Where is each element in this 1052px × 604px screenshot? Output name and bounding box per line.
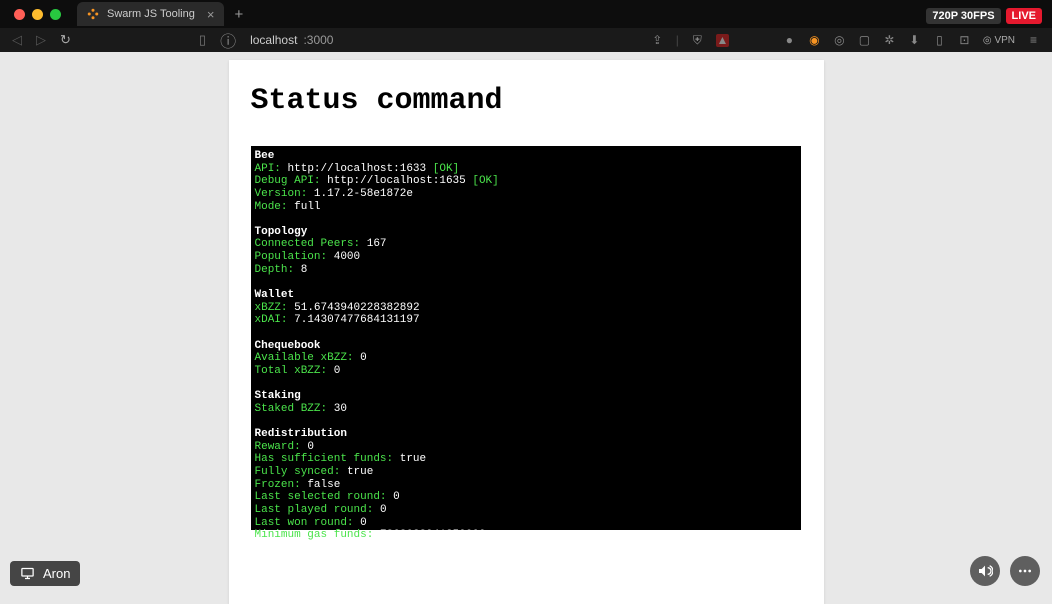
frozen-value: false xyxy=(307,479,340,491)
staked-label: Staked BZZ: xyxy=(255,403,328,415)
shield-icon[interactable]: ⛨ xyxy=(691,34,704,47)
depth-label: Depth: xyxy=(255,264,295,276)
funds-label: Has sufficient funds: xyxy=(255,453,394,465)
screenshot-icon[interactable]: ⊡ xyxy=(958,34,971,47)
debug-api-label: Debug API: xyxy=(255,175,321,187)
version-label: Version: xyxy=(255,188,308,200)
xdai-value: 7.14307477684131197 xyxy=(294,314,419,326)
window-close-icon[interactable] xyxy=(14,9,25,20)
xdai-label: xDAI: xyxy=(255,314,288,326)
lwr-value: 0 xyxy=(360,517,367,529)
more-icon xyxy=(1017,563,1033,579)
section-staking: Staking xyxy=(255,390,797,403)
volume-button[interactable] xyxy=(970,556,1000,586)
url-field[interactable]: localhost :3000 xyxy=(250,33,637,47)
frozen-label: Frozen: xyxy=(255,479,301,491)
xbzz-label: xBZZ: xyxy=(255,302,288,314)
lpr-label: Last played round: xyxy=(255,504,374,516)
debug-api-value: http://localhost:1635 xyxy=(327,175,466,187)
extension-6-icon[interactable]: ▯ xyxy=(933,34,946,47)
avail-xbzz-label: Available xBZZ: xyxy=(255,352,354,364)
mgf-value: 7868088941250000 xyxy=(380,529,486,541)
extension-2-icon[interactable]: ◉ xyxy=(808,34,821,47)
window-controls xyxy=(14,9,61,20)
total-xbzz-label: Total xBZZ: xyxy=(255,365,328,377)
section-bee: Bee xyxy=(255,150,797,163)
population-value: 4000 xyxy=(334,251,360,263)
speaker-icon xyxy=(977,563,993,579)
depth-value: 8 xyxy=(301,264,308,276)
download-icon[interactable]: ⬇ xyxy=(908,34,921,47)
peers-label: Connected Peers: xyxy=(255,238,361,250)
mode-value: full xyxy=(294,201,320,213)
section-wallet: Wallet xyxy=(255,289,797,302)
tab-close-icon[interactable]: × xyxy=(207,7,215,22)
tab-title: Swarm JS Tooling xyxy=(107,8,195,20)
api-value: http://localhost:1633 xyxy=(288,163,427,175)
extension-4-icon[interactable]: ▢ xyxy=(858,34,871,47)
xbzz-value: 51.6743940228382892 xyxy=(294,302,419,314)
player-controls xyxy=(970,556,1040,586)
resolution-badge: 720P 30FPS xyxy=(926,8,1000,24)
total-xbzz-value: 0 xyxy=(334,365,341,377)
tab-bar: Swarm JS Tooling × + xyxy=(0,0,1052,28)
extension-5-icon[interactable]: ✲ xyxy=(883,34,896,47)
mode-label: Mode: xyxy=(255,201,288,213)
lsr-label: Last selected round: xyxy=(255,491,387,503)
browser-tab[interactable]: Swarm JS Tooling × xyxy=(77,2,224,26)
avail-xbzz-value: 0 xyxy=(360,352,367,364)
lsr-value: 0 xyxy=(393,491,400,503)
terminal-output: Bee API: http://localhost:1633 [OK] Debu… xyxy=(251,146,801,530)
api-status: [OK] xyxy=(433,163,459,175)
synced-value: true xyxy=(347,466,373,478)
url-host: localhost xyxy=(250,33,297,47)
section-redistribution: Redistribution xyxy=(255,428,797,441)
lwr-label: Last won round: xyxy=(255,517,354,529)
new-tab-button[interactable]: + xyxy=(234,6,243,23)
reload-icon[interactable]: ↻ xyxy=(60,32,71,48)
content-viewport: Status command Bee API: http://localhost… xyxy=(0,52,1052,604)
nav-back-icon[interactable]: ◁ xyxy=(12,32,22,48)
page-card: Status command Bee API: http://localhost… xyxy=(229,60,824,604)
synced-label: Fully synced: xyxy=(255,466,341,478)
extension-1-icon[interactable]: ● xyxy=(783,34,796,47)
toolbar-right: ⇪ | ⛨ ▲ ● ◉ ◎ ▢ ✲ ⬇ ▯ ⊡ ◎ VPN ≡ xyxy=(651,33,1040,47)
tab-favicon-icon xyxy=(87,8,99,20)
staked-value: 30 xyxy=(334,403,347,415)
live-badge: LIVE xyxy=(1006,8,1042,24)
peers-value: 167 xyxy=(367,238,387,250)
version-value: 1.17.2-58e1872e xyxy=(314,188,413,200)
lpr-value: 0 xyxy=(380,504,387,516)
browser-chrome: Swarm JS Tooling × + ◁ ▷ ↻ ▯ ⓘ localhost… xyxy=(0,0,1052,52)
reward-value: 0 xyxy=(307,441,314,453)
more-button[interactable] xyxy=(1010,556,1040,586)
window-minimize-icon[interactable] xyxy=(32,9,43,20)
section-topology: Topology xyxy=(255,226,797,239)
debug-api-status: [OK] xyxy=(472,175,498,187)
mgf-label: Minimum gas funds: xyxy=(255,529,374,541)
bookmark-icon[interactable]: ▯ xyxy=(199,32,206,48)
population-label: Population: xyxy=(255,251,328,263)
site-info-icon[interactable]: ⓘ xyxy=(220,28,236,52)
window-maximize-icon[interactable] xyxy=(50,9,61,20)
url-path: :3000 xyxy=(303,33,333,47)
extension-3-icon[interactable]: ◎ xyxy=(833,34,846,47)
funds-value: true xyxy=(400,453,426,465)
address-bar: ◁ ▷ ↻ ▯ ⓘ localhost :3000 ⇪ | ⛨ ▲ ● ◉ ◎ ▢… xyxy=(0,28,1052,52)
nav-forward-icon[interactable]: ▷ xyxy=(36,32,46,48)
vpn-badge[interactable]: ◎ VPN xyxy=(983,35,1015,46)
menu-icon[interactable]: ≡ xyxy=(1027,34,1040,47)
presenter-name: Aron xyxy=(43,566,70,581)
extension-warning-icon[interactable]: ▲ xyxy=(716,34,729,47)
section-chequebook: Chequebook xyxy=(255,340,797,353)
screen-share-icon xyxy=(20,566,35,581)
presenter-chip: Aron xyxy=(10,561,80,586)
reward-label: Reward: xyxy=(255,441,301,453)
api-label: API: xyxy=(255,163,281,175)
page-title: Status command xyxy=(251,84,802,118)
share-icon[interactable]: ⇪ xyxy=(651,34,664,47)
